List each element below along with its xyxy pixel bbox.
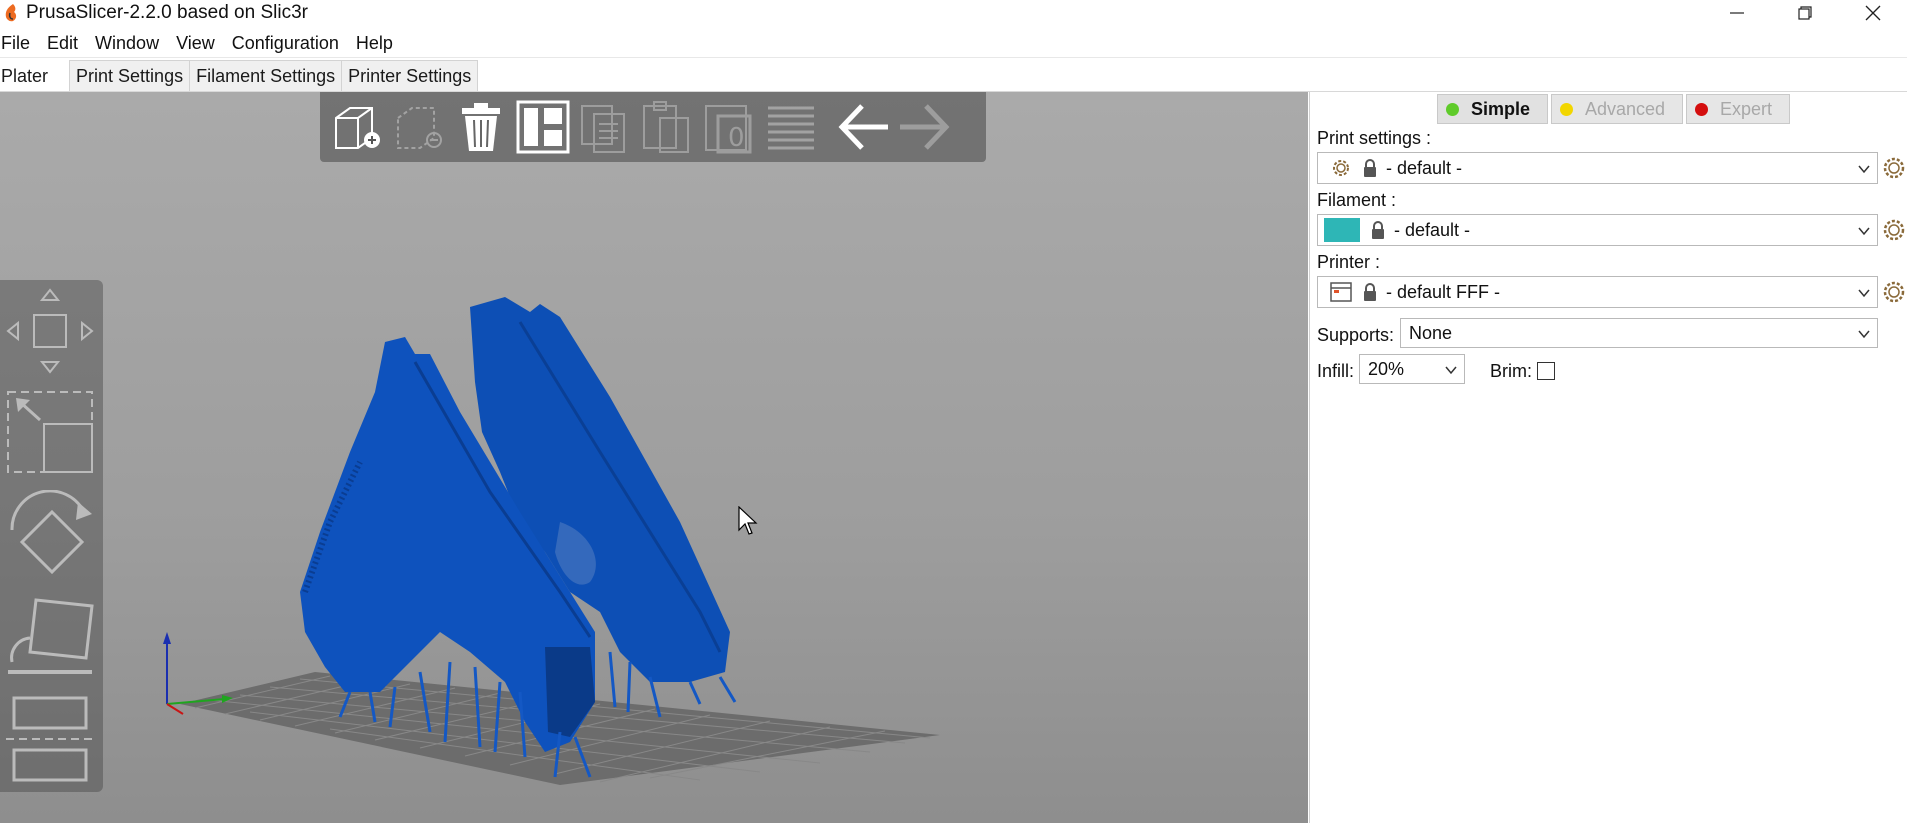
instances-icon[interactable]: 0 xyxy=(700,98,758,156)
tab-filament-settings[interactable]: Filament Settings xyxy=(189,60,343,92)
tab-printer-settings[interactable]: Printer Settings xyxy=(341,60,479,92)
supports-label: Supports: xyxy=(1317,325,1395,345)
arrange-icon[interactable] xyxy=(514,98,572,156)
print-settings-label: Print settings : xyxy=(1317,128,1432,148)
lock-icon xyxy=(1364,283,1376,301)
restore-icon xyxy=(1798,6,1812,20)
mode-expert-button[interactable]: Expert xyxy=(1686,94,1790,124)
infill-label: Infill: xyxy=(1317,361,1355,381)
infill-value: 20% xyxy=(1368,358,1405,379)
add-icon[interactable] xyxy=(328,98,386,156)
redo-icon[interactable] xyxy=(896,98,954,156)
printer-combo[interactable]: - default FFF - xyxy=(1317,276,1878,308)
3d-viewport[interactable]: 0 xyxy=(0,92,1308,823)
tab-plater[interactable]: Plater xyxy=(0,60,70,92)
svg-text:0: 0 xyxy=(728,123,745,153)
undo-icon[interactable] xyxy=(834,98,892,156)
copy-icon[interactable] xyxy=(576,98,634,156)
prusaslicer-logo-icon xyxy=(5,4,17,22)
lock-icon xyxy=(1364,159,1376,177)
advanced-mode-icon xyxy=(1560,102,1573,116)
delete-all-icon[interactable] xyxy=(452,98,510,156)
menu-window[interactable]: Window xyxy=(95,33,166,54)
mouse-cursor-icon xyxy=(738,506,758,535)
main-tabs: Plater Print Settings Filament Settings … xyxy=(0,60,479,92)
layers-icon[interactable] xyxy=(762,98,820,156)
supports-value: None xyxy=(1409,322,1453,343)
close-button[interactable] xyxy=(1838,0,1907,26)
rotate-icon[interactable] xyxy=(0,490,100,580)
simple-mode-icon xyxy=(1446,102,1459,116)
chevron-down-icon xyxy=(1858,165,1870,174)
infill-select[interactable]: 20% xyxy=(1359,354,1465,384)
expert-mode-icon xyxy=(1695,102,1708,116)
edit-filament-gear-icon[interactable] xyxy=(1882,218,1906,242)
chevron-down-icon xyxy=(1858,289,1870,298)
brim-checkbox[interactable] xyxy=(1537,362,1555,380)
axes-gizmo xyxy=(163,632,233,715)
print-settings-value: - default - xyxy=(1386,157,1463,178)
plater-toolbar: 0 xyxy=(320,92,986,162)
printer-label: Printer : xyxy=(1317,252,1381,272)
chevron-down-icon xyxy=(1445,366,1457,375)
title-bar: PrusaSlicer-2.2.0 based on Slic3r xyxy=(0,0,1907,26)
minimize-icon xyxy=(1730,12,1744,14)
lock-icon xyxy=(1372,221,1384,239)
print-settings-combo[interactable]: - default - xyxy=(1317,152,1878,184)
cut-icon[interactable] xyxy=(0,694,100,784)
restore-button[interactable] xyxy=(1770,0,1840,26)
menu-divider xyxy=(0,57,1907,58)
menu-edit[interactable]: Edit xyxy=(47,33,85,54)
move-icon[interactable] xyxy=(0,286,100,376)
supports-select[interactable]: None xyxy=(1400,318,1878,348)
mode-advanced-button[interactable]: Advanced xyxy=(1551,94,1683,124)
window-title: PrusaSlicer-2.2.0 based on Slic3r xyxy=(26,2,308,23)
scale-icon[interactable] xyxy=(0,388,100,478)
mode-simple-button[interactable]: Simple xyxy=(1437,94,1548,124)
settings-sidebar: Simple Advanced Expert Print settings : … xyxy=(1309,92,1907,823)
delete-icon[interactable] xyxy=(390,98,448,156)
gizmo-toolbar xyxy=(0,280,103,792)
menu-help[interactable]: Help xyxy=(356,33,400,54)
scene-canvas xyxy=(163,297,940,785)
edit-preset-gear-icon[interactable] xyxy=(1882,156,1906,180)
edit-printer-gear-icon[interactable] xyxy=(1882,280,1906,304)
close-icon xyxy=(1865,5,1881,21)
filament-value: - default - xyxy=(1394,219,1471,240)
filament-color-swatch xyxy=(1324,218,1360,242)
printer-value: - default FFF - xyxy=(1386,281,1501,302)
chevron-down-icon xyxy=(1858,227,1870,236)
printer-icon xyxy=(1330,282,1352,302)
brim-label: Brim: xyxy=(1490,361,1532,381)
menu-bar: File Edit Window View Configuration Help xyxy=(0,30,400,56)
menu-file[interactable]: File xyxy=(1,33,37,54)
filament-label: Filament : xyxy=(1317,190,1397,210)
menu-view[interactable]: View xyxy=(176,33,222,54)
filament-combo[interactable]: - default - xyxy=(1317,214,1878,246)
place-on-face-icon[interactable] xyxy=(0,592,100,682)
gear-icon xyxy=(1333,160,1349,176)
menu-configuration[interactable]: Configuration xyxy=(232,33,346,54)
paste-icon[interactable] xyxy=(638,98,696,156)
minimize-button[interactable] xyxy=(1702,0,1772,26)
chevron-down-icon xyxy=(1858,330,1870,339)
tab-print-settings[interactable]: Print Settings xyxy=(69,60,191,92)
